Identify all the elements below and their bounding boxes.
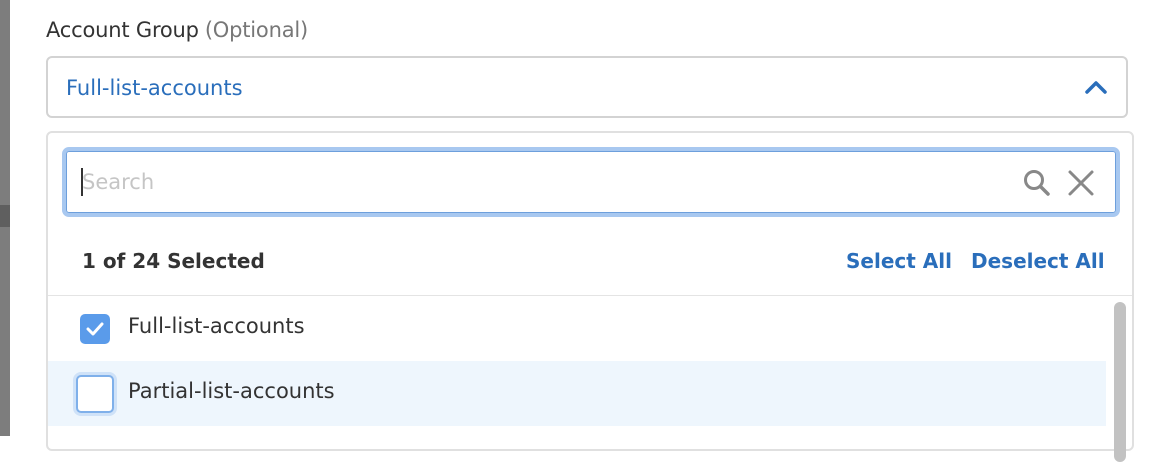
selected-value: Full-list-accounts bbox=[66, 76, 243, 100]
search-box[interactable] bbox=[62, 147, 1120, 217]
select-all-link[interactable]: Select All bbox=[846, 249, 952, 273]
option-label: Full-list-accounts bbox=[128, 314, 305, 338]
search-input[interactable] bbox=[82, 167, 982, 197]
list-item[interactable]: Full-list-accounts bbox=[48, 296, 1106, 361]
dropdown-panel: 1 of 24 Selected Select All Deselect All… bbox=[46, 131, 1134, 462]
field-label: Account Group (Optional) bbox=[46, 18, 308, 42]
optional-hint: (Optional) bbox=[204, 18, 308, 42]
option-label: Partial-list-accounts bbox=[128, 379, 335, 403]
selection-toolbar: 1 of 24 Selected Select All Deselect All bbox=[48, 229, 1132, 296]
selection-count: 1 of 24 Selected bbox=[82, 249, 265, 273]
text-caret bbox=[81, 168, 83, 196]
search-icon[interactable] bbox=[1022, 168, 1052, 202]
scrollbar[interactable] bbox=[1110, 296, 1128, 462]
checkbox-checked[interactable] bbox=[80, 314, 110, 344]
checkmark-icon bbox=[86, 322, 104, 336]
close-icon[interactable] bbox=[1066, 168, 1096, 202]
chevron-up-icon[interactable] bbox=[1084, 79, 1108, 99]
scrollbar-thumb[interactable] bbox=[1114, 302, 1126, 462]
deselect-all-link[interactable]: Deselect All bbox=[971, 249, 1105, 273]
background-panel-notch bbox=[0, 205, 10, 227]
list-item[interactable]: Partial-list-accounts bbox=[48, 361, 1106, 426]
field-label-text: Account Group bbox=[46, 18, 199, 42]
options-list: Full-list-accounts Partial-list-accounts bbox=[48, 296, 1106, 426]
account-group-select[interactable]: Full-list-accounts bbox=[46, 56, 1128, 118]
background-panel-edge bbox=[0, 0, 10, 436]
checkbox-unchecked[interactable] bbox=[76, 375, 114, 413]
